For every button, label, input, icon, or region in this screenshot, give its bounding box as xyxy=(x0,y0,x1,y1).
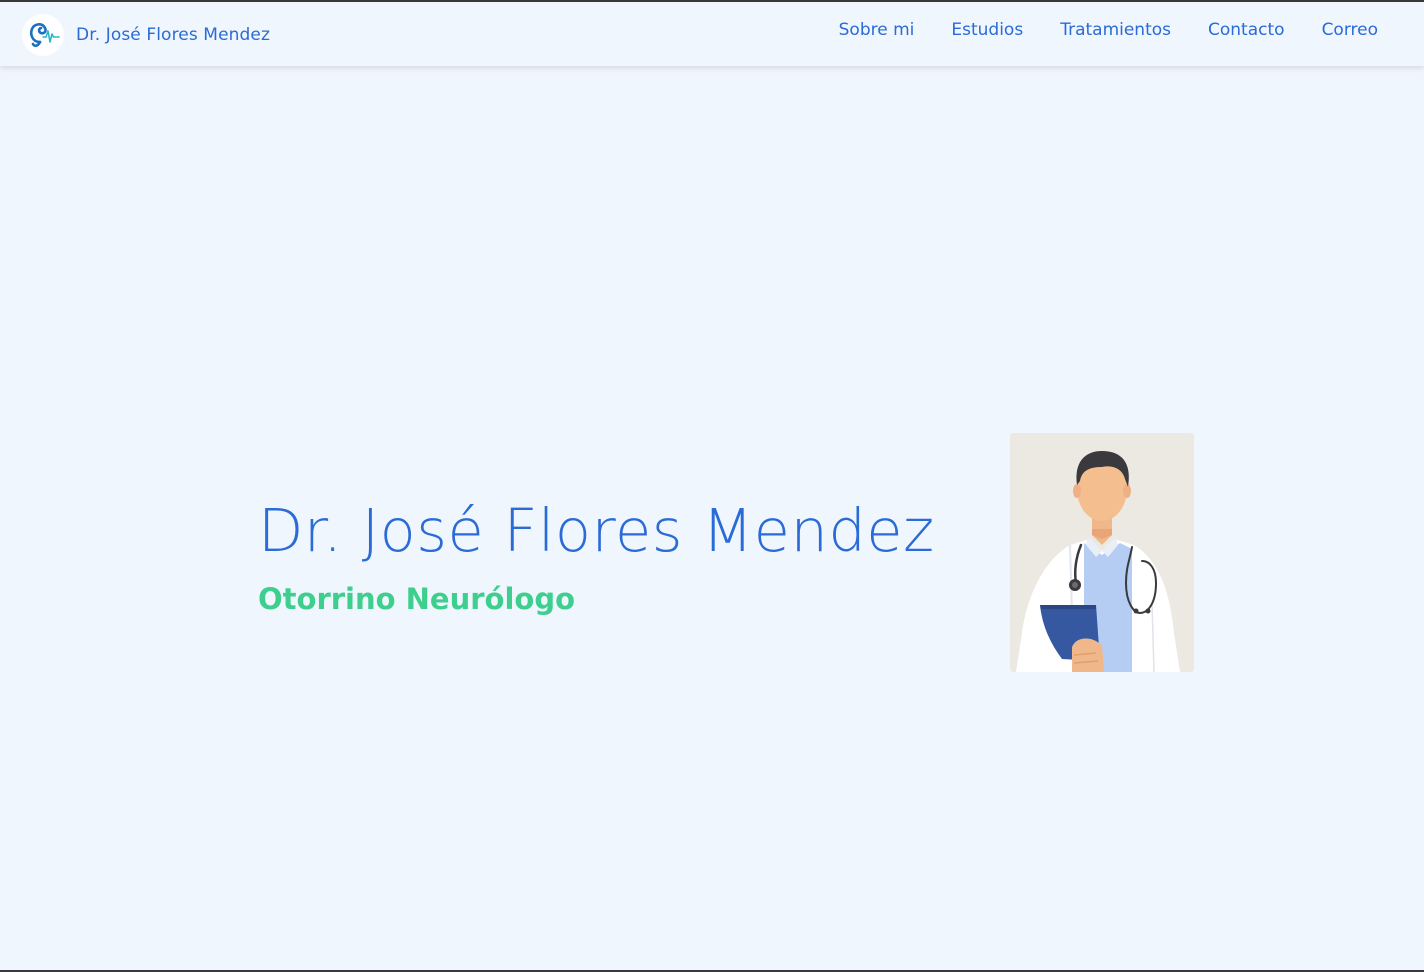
nav-link-estudios[interactable]: Estudios xyxy=(951,20,1023,40)
hero-title: Dr. José Flores Mendez xyxy=(258,496,935,565)
nav-link-contacto[interactable]: Contacto xyxy=(1208,20,1285,40)
nav-link-tratamientos[interactable]: Tratamientos xyxy=(1060,20,1171,40)
hero-subtitle: Otorrino Neurólogo xyxy=(258,582,576,616)
nav-link-sobre-mi[interactable]: Sobre mi xyxy=(839,20,915,40)
doctor-illustration xyxy=(1010,433,1194,672)
nav-menu: Sobre mi Estudios Tratamientos Contacto … xyxy=(802,20,1378,40)
brand-name: Dr. José Flores Mendez xyxy=(76,25,270,45)
ear-logo-icon xyxy=(22,14,64,56)
hero-section: Dr. José Flores Mendez Otorrino Neurólog… xyxy=(0,66,1424,970)
nav-link-correo[interactable]: Correo xyxy=(1322,20,1378,40)
navbar: Dr. José Flores Mendez Sobre mi Estudios… xyxy=(0,2,1424,66)
brand-link[interactable]: Dr. José Flores Mendez xyxy=(22,14,270,56)
